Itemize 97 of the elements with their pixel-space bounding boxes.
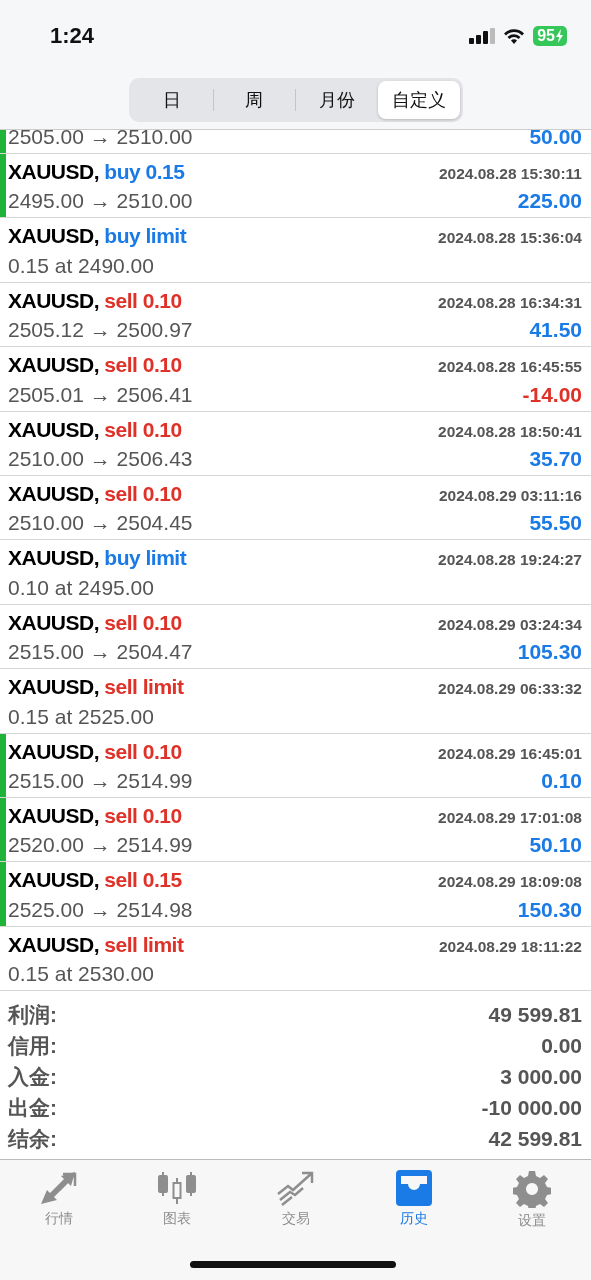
price-range: 0.15 at 2530.00 — [8, 962, 154, 987]
nav-tab[interactable]: 历史 — [354, 1170, 473, 1235]
bolt-icon — [555, 29, 564, 43]
deal-time: 2024.08.28 18:50:41 — [438, 422, 582, 441]
deal-row[interactable]: XAUUSD, sell 0.10 2024.08.29 17:01:08 2520.00 → 2514.99 50.10 — [0, 797, 591, 863]
profit-value: 105.30 — [517, 640, 582, 665]
order-type: sell 0.10 — [104, 610, 182, 634]
summary-label: 结余: — [8, 1125, 57, 1152]
order-type: sell 0.10 — [104, 353, 182, 377]
deal-row[interactable]: XAUUSD, sell 0.10 2024.08.28 18:50:41 2510.00 → 2506.43 35.70 — [0, 411, 591, 476]
profit-value: -14.00 — [522, 382, 582, 407]
price-range: 0.15 at 2525.00 — [8, 704, 154, 729]
deal-row[interactable]: XAUUSD, sell 0.15 2024.08.29 18:09:08 2525.00 → 2514.98 150.30 — [0, 862, 591, 927]
deal-time: 2024.08.29 03:11:16 — [438, 486, 582, 505]
symbol: XAUUSD, — [8, 675, 99, 699]
symbol: XAUUSD, — [8, 224, 99, 248]
summary-value: 49 599.81 — [488, 1002, 582, 1027]
signal-icon — [469, 28, 496, 44]
candlestick-icon — [157, 1170, 198, 1207]
battery-level: 95 — [533, 26, 567, 46]
deal-time: 2024.08.29 18:09:08 — [438, 873, 582, 892]
deal-time: 2024.08.29 18:11:22 — [438, 937, 582, 956]
price-range: 2495.00 → 2510.00 — [8, 189, 193, 214]
summary-value: 0.00 — [541, 1033, 582, 1058]
status-time: 1:24 — [50, 23, 95, 49]
order-type: sell 0.10 — [104, 417, 182, 441]
profit-value: 225.00 — [517, 189, 582, 214]
summary-label: 入金: — [8, 1063, 57, 1090]
symbol: XAUUSD, — [8, 353, 99, 377]
deal-time: 2024.08.28 16:34:31 — [438, 293, 582, 312]
symbol: XAUUSD, — [8, 288, 99, 312]
profit-value: 150.30 — [517, 897, 582, 922]
deal-time: 2024.08.29 03:24:34 — [438, 615, 582, 634]
order-type: sell 0.15 — [104, 868, 182, 892]
order-type: sell 0.10 — [104, 803, 182, 827]
inbox-icon — [393, 1170, 434, 1207]
summary-value: 42 599.81 — [488, 1126, 582, 1151]
price-range: 2505.00 → 2510.00 — [8, 130, 193, 149]
symbol: XAUUSD, — [8, 481, 99, 505]
symbol: XAUUSD, — [8, 546, 99, 570]
symbol: XAUUSD, — [8, 803, 99, 827]
price-range: 2505.01 → 2506.41 — [8, 382, 193, 407]
symbol: XAUUSD, — [8, 417, 99, 441]
summary-label: 信用: — [8, 1032, 57, 1059]
profit-value: 50.10 — [529, 833, 582, 858]
price-range: 2505.12 → 2500.97 — [8, 318, 193, 343]
price-range: 2510.00 → 2504.45 — [8, 511, 193, 536]
price-range: 2515.00 → 2514.99 — [8, 768, 193, 793]
order-type: buy limit — [104, 546, 187, 570]
deal-time: 2024.08.29 17:01:08 — [438, 808, 582, 827]
order-type: sell 0.10 — [104, 481, 182, 505]
summary-label: 出金: — [8, 1094, 57, 1121]
period-tab[interactable]: 自定义 — [378, 81, 460, 119]
price-range: 2515.00 → 2504.47 — [8, 640, 193, 665]
deal-row[interactable]: XAUUSD, sell limit 2024.08.29 18:11:22 0.15 at 2530.00 — [0, 926, 591, 992]
period-tab[interactable]: 日 — [131, 81, 213, 119]
wifi-icon — [503, 28, 526, 44]
symbol: XAUUSD, — [8, 868, 99, 892]
order-type: sell limit — [104, 675, 184, 699]
profit-value: 41.50 — [529, 318, 582, 343]
order-type: buy limit — [104, 224, 187, 248]
symbol: XAUUSD, — [8, 160, 99, 183]
profit-value: 50.00 — [529, 130, 582, 149]
deal-time: 2024.08.28 15:30:11 — [438, 165, 582, 183]
order-type: buy 0.15 — [104, 160, 185, 183]
deal-row[interactable]: XAUUSD, sell 0.10 2024.08.29 16:45:01 2515.00 → 2514.99 0.10 — [0, 733, 591, 798]
price-range: 2525.00 → 2514.98 — [8, 897, 193, 922]
symbol: XAUUSD, — [8, 932, 99, 956]
deal-row[interactable]: XAUUSD, sell 0.10 2024.08.28 16:34:31 2505.12 → 2500.97 41.50 — [0, 282, 591, 348]
price-range: 0.15 at 2490.00 — [8, 253, 154, 278]
deal-time: 2024.08.29 06:33:32 — [438, 680, 582, 699]
profit-value: 55.50 — [529, 511, 582, 536]
price-range: 0.10 at 2495.00 — [8, 575, 154, 600]
deal-row[interactable]: XAUUSD, buy limit 2024.08.28 15:36:04 0.15 at 2490.00 — [0, 218, 591, 283]
period-tab[interactable]: 周 — [213, 81, 295, 119]
deal-row[interactable]: XAUUSD, sell limit 2024.08.29 06:33:32 0.15 at 2525.00 — [0, 669, 591, 734]
price-range: 2510.00 → 2506.43 — [8, 446, 193, 471]
price-range: 2520.00 → 2514.99 — [8, 833, 193, 858]
order-type: sell limit — [104, 932, 184, 956]
order-type: sell 0.10 — [104, 288, 182, 312]
deal-row[interactable]: XAUUSD, sell 0.10 2024.08.29 03:24:34 2515.00 → 2504.47 105.30 — [0, 604, 591, 670]
summary-value: -10 000.00 — [481, 1095, 582, 1120]
symbol: XAUUSD, — [8, 739, 99, 763]
order-type: sell 0.10 — [104, 739, 182, 763]
period-tab[interactable]: 月份 — [296, 81, 378, 119]
deal-time: 2024.08.28 16:45:55 — [438, 358, 582, 377]
deal-time: 2024.08.29 16:45:01 — [438, 744, 582, 763]
deal-time: 2024.08.28 19:24:27 — [438, 551, 582, 570]
profit-value: 35.70 — [529, 446, 582, 471]
trend-arrow-icon — [275, 1170, 316, 1207]
summary-label: 利润: — [8, 1001, 57, 1028]
deal-row[interactable]: XAUUSD, buy limit 2024.08.28 19:24:27 0.10 at 2495.00 — [0, 540, 591, 605]
summary-value: 3 000.00 — [500, 1064, 582, 1089]
profit-value: 0.10 — [541, 768, 582, 793]
deal-time: 2024.08.28 15:36:04 — [438, 229, 582, 248]
symbol: XAUUSD, — [8, 610, 99, 634]
settings-icon — [512, 1170, 551, 1209]
